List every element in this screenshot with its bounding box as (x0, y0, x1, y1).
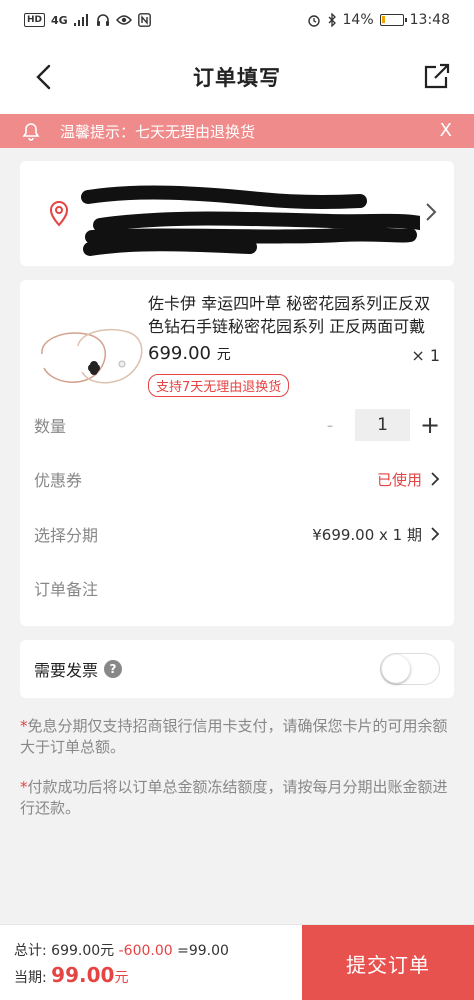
notice-text: 温馨提示：七天无理由退换货 (60, 122, 256, 141)
total-line: 总计: 699.00元 -600.00 =99.00 (14, 939, 229, 963)
nfc-icon (137, 13, 151, 27)
current-line: 当期: 99.00元 (14, 963, 229, 990)
status-right: 14% 13:48 (307, 12, 450, 28)
invoice-toggle[interactable] (380, 653, 440, 685)
nav-header: 订单填写 (0, 40, 474, 114)
note-asterisk: * (20, 778, 28, 796)
installment-note: *免息分期仅支持招商银行信用卡支付，请确保您卡片的可用余额大于订单总额。 (20, 716, 450, 758)
notice-banner: 温馨提示：七天无理由退换货 X (0, 114, 474, 148)
bluetooth-icon (328, 13, 336, 27)
submit-order-button[interactable]: 提交订单 (302, 925, 474, 1000)
toggle-knob (382, 655, 410, 683)
payment-note: *付款成功后将以订单总金额冻结额度，请按每月分期出账金额进行还款。 (20, 777, 450, 819)
external-link-icon[interactable] (422, 61, 452, 91)
invoice-label: 需要发票 (34, 661, 99, 680)
quantity-label: 数量 (34, 417, 67, 436)
remark-row[interactable]: 订单备注 (34, 572, 440, 604)
current-unit: 元 (114, 970, 129, 986)
installment-plan: ¥699.00 x 1 期 (312, 525, 422, 544)
price-value: 699.00 (148, 343, 211, 364)
discount-amount: -600.00 (118, 943, 173, 959)
coupon-value: 已使用 (377, 469, 440, 490)
hd-label: HD (24, 13, 46, 27)
signal-icon (73, 14, 88, 26)
total-result: =99.00 (177, 943, 229, 959)
coupon-status: 已使用 (376, 470, 422, 489)
chevron-right-icon (431, 527, 440, 541)
product-card: 佐卡伊 幸运四叶草 秘密花园系列正反双色钻石手链秘密花园系列 正反两面可戴 69… (20, 280, 454, 626)
status-bar: HD 4G 14% 13:48 (0, 0, 474, 40)
address-card[interactable] (20, 161, 454, 266)
return-policy-badge: 支持7天无理由退换货 (148, 374, 290, 397)
product-price: 699.00 元 (148, 343, 231, 364)
status-left: HD 4G (24, 13, 151, 27)
quantity-input[interactable]: 1 (355, 409, 410, 441)
alarm-icon (307, 15, 320, 27)
decrease-button[interactable]: - (315, 415, 345, 436)
battery-icon (379, 14, 407, 26)
current-amount: 99.00 (51, 963, 115, 987)
page-title: 订单填写 (193, 66, 281, 90)
checkout-bar: 总计: 699.00元 -600.00 =99.00 当期: 99.00元 提交… (0, 924, 474, 1000)
product-image (41, 328, 143, 384)
invoice-card: 需要发票 ? (20, 640, 454, 698)
installment-value: ¥699.00 x 1 期 (312, 524, 440, 545)
increase-button[interactable]: + (420, 411, 440, 439)
quantity-stepper: - 1 + (315, 409, 440, 441)
order-totals: 总计: 699.00元 -600.00 =99.00 当期: 99.00元 (14, 939, 229, 990)
help-icon[interactable]: ? (104, 660, 123, 678)
total-amount: 699.00元 (51, 943, 115, 959)
back-arrow-icon[interactable] (30, 62, 60, 92)
chevron-right-icon (426, 203, 437, 221)
headphones-icon (96, 14, 109, 26)
coupon-label: 优惠券 (34, 471, 83, 490)
remark-label: 订单备注 (34, 580, 99, 599)
network-label: 4G (51, 13, 68, 27)
chevron-right-icon (431, 472, 440, 486)
coupon-row[interactable]: 优惠券 已使用 (34, 463, 440, 495)
total-label: 总计: (14, 943, 47, 959)
current-label: 当期: (14, 970, 47, 986)
notice-close-button[interactable]: X (440, 120, 452, 141)
price-unit: 元 (216, 347, 231, 363)
installment-label: 选择分期 (34, 526, 99, 545)
eye-icon (115, 15, 132, 25)
battery-percent: 14% (342, 12, 374, 28)
bell-icon (22, 123, 40, 141)
product-name: 佐卡伊 幸运四叶草 秘密花园系列正反双色钻石手链秘密花园系列 正反两面可戴 (148, 294, 431, 336)
note-text: 付款成功后将以订单总金额冻结额度，请按每月分期出账金额进行还款。 (20, 778, 448, 817)
installment-row[interactable]: 选择分期 ¥699.00 x 1 期 (34, 518, 440, 550)
product-quantity: × 1 (411, 346, 440, 365)
note-text: 免息分期仅支持招商银行信用卡支付，请确保您卡片的可用余额大于订单总额。 (20, 717, 448, 756)
quantity-row: 数量 - 1 + (34, 409, 440, 441)
redacted-address (81, 185, 420, 256)
note-asterisk: * (20, 717, 28, 735)
location-pin-icon (49, 201, 69, 227)
clock: 13:48 (409, 12, 450, 28)
invoice-label-group: 需要发票 ? (34, 657, 123, 681)
